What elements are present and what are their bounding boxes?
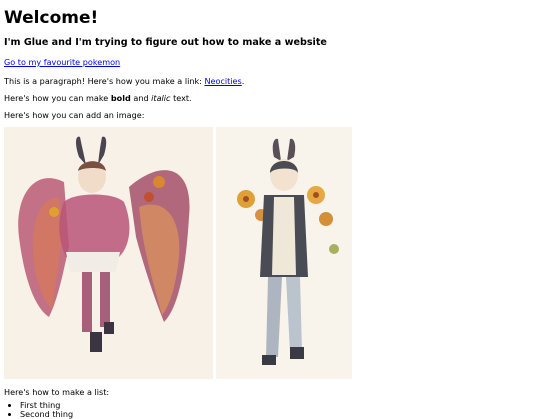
neocities-link[interactable]: Neocities xyxy=(204,76,241,86)
format-text-middle: and xyxy=(130,93,152,103)
paragraph-link-end: . xyxy=(241,76,245,86)
image-gallery xyxy=(4,127,536,382)
watercolor-winged-character-image xyxy=(4,127,213,379)
italic-text: italic xyxy=(151,93,171,103)
watercolor-character-with-flowers-image xyxy=(216,127,352,379)
paragraph-format-example: Here's how you can make bold and italic … xyxy=(4,87,536,104)
page-subtitle: I'm Glue and I'm trying to figure out ho… xyxy=(4,37,327,48)
list-intro: Here's how to make a list: xyxy=(4,387,110,397)
page-title: Welcome! xyxy=(4,8,99,28)
thing-list: First thing Second thing xyxy=(4,401,536,419)
paragraph-image-intro: Here's how you can add an image: xyxy=(4,110,145,120)
page-content: Welcome! I'm Glue and I'm trying to figu… xyxy=(0,0,540,419)
format-text-start: Here's how you can make xyxy=(4,93,111,103)
bold-text: bold xyxy=(110,93,131,103)
favourite-pokemon-link[interactable]: Go to my favourite pokemon xyxy=(4,49,536,68)
format-text-end: text. xyxy=(170,93,192,103)
list-item: First thing xyxy=(20,401,536,410)
paragraph-link-text: This is a paragraph! Here's how you make… xyxy=(4,76,205,86)
list-item: Second thing xyxy=(20,410,536,419)
paragraph-link-example: This is a paragraph! Here's how you make… xyxy=(4,68,536,87)
